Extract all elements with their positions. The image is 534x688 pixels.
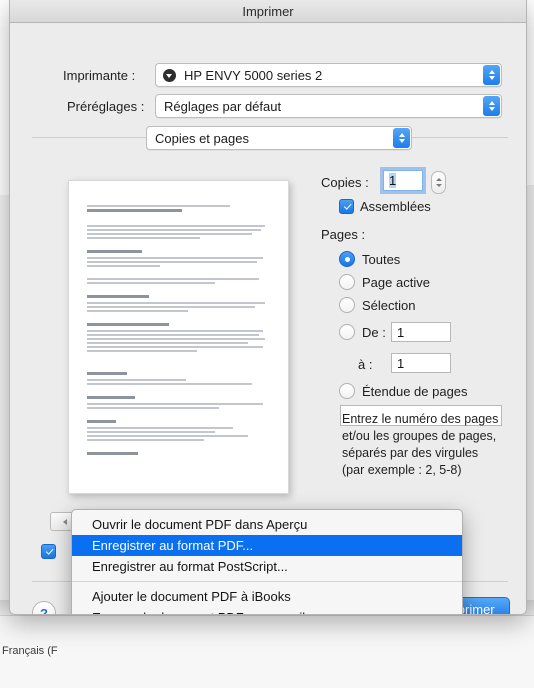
preview-content — [69, 181, 288, 455]
radio-all[interactable] — [339, 251, 355, 267]
dialog-titlebar: Imprimer — [10, 0, 526, 23]
radio-selection[interactable] — [339, 297, 355, 313]
collated-label: Assemblées — [360, 199, 431, 214]
copies-input[interactable]: 1 — [383, 170, 423, 191]
radio-page-range[interactable] — [339, 383, 355, 399]
bottom-option-checkbox[interactable] — [41, 544, 56, 559]
copies-stepper[interactable] — [431, 171, 446, 194]
pages-range-row[interactable]: Étendue de pages — [339, 383, 468, 399]
menu-item-save-as-pdf[interactable]: Enregistrer au format PDF... — [72, 535, 462, 556]
background-window-bottom-strip — [0, 615, 534, 688]
dialog-title: Imprimer — [242, 3, 294, 19]
page-range-hint: Entrez le numéro des pages et/ou les gro… — [342, 412, 499, 477]
copies-label: Copies : — [321, 175, 369, 190]
printer-popup-value: HP ENVY 5000 series 2 — [184, 67, 323, 83]
to-input[interactable]: 1 — [391, 353, 451, 373]
printer-popup[interactable]: HP ENVY 5000 series 2 — [155, 63, 502, 87]
pages-option-all[interactable]: Toutes — [339, 251, 400, 267]
menu-separator — [72, 581, 462, 582]
pages-option-current-label: Page active — [362, 274, 430, 290]
pages-option-selection[interactable]: Sélection — [339, 297, 415, 313]
document-preview — [68, 180, 289, 494]
menu-item-send-by-email[interactable]: Envoyer le document PDF par e-mail — [72, 607, 462, 614]
from-value: 1 — [397, 324, 405, 340]
dialog-body: Imprimante : HP ENVY 5000 series 2 Préré… — [10, 23, 526, 614]
collated-checkbox-row[interactable]: Assemblées — [339, 199, 431, 214]
pdf-dropdown-menu: Ouvrir le document PDF dans Aperçu Enreg… — [71, 509, 463, 614]
chevron-updown-icon — [483, 96, 500, 116]
chevron-updown-icon — [483, 65, 500, 85]
from-label: De : — [362, 324, 386, 340]
page-range-label: Étendue de pages — [362, 383, 468, 399]
pane-popup[interactable]: Copies et pages — [146, 126, 412, 150]
from-input[interactable]: 1 — [391, 322, 451, 342]
copies-value: 1 — [389, 173, 397, 188]
collated-checkbox[interactable] — [339, 199, 354, 214]
print-dialog: Imprimer Imprimante : HP ENVY 5000 serie… — [9, 0, 527, 615]
radio-current-page[interactable] — [339, 274, 355, 290]
pane-popup-value: Copies et pages — [155, 130, 249, 146]
pages-option-selection-label: Sélection — [362, 297, 416, 313]
chevron-left-icon — [62, 518, 67, 525]
radio-from-to[interactable] — [339, 324, 355, 340]
pages-label: Pages : — [321, 227, 366, 242]
bottom-option-checkbox-row[interactable] — [41, 544, 56, 559]
chevron-updown-icon — [393, 128, 410, 148]
to-label: à : — [358, 357, 373, 372]
pages-range-from-row[interactable]: De : — [339, 324, 386, 340]
menu-item-add-to-ibooks[interactable]: Ajouter le document PDF à iBooks — [72, 586, 462, 607]
pages-option-all-label: Toutes — [362, 251, 401, 267]
menu-item-open-pdf-preview[interactable]: Ouvrir le document PDF dans Aperçu — [72, 514, 462, 535]
menu-item-save-as-postscript[interactable]: Enregistrer au format PostScript... — [72, 556, 462, 577]
background-status-text: Français (F — [2, 645, 58, 657]
pages-option-current[interactable]: Page active — [339, 274, 430, 290]
printer-label: Imprimante : — [63, 68, 136, 83]
presets-popup[interactable]: Réglages par défaut — [155, 94, 502, 118]
printer-status-icon — [163, 68, 176, 82]
help-button[interactable]: ? — [32, 601, 56, 614]
to-value: 1 — [397, 355, 405, 371]
presets-label: Préréglages : — [67, 99, 145, 114]
presets-popup-value: Réglages par défaut — [164, 98, 282, 114]
